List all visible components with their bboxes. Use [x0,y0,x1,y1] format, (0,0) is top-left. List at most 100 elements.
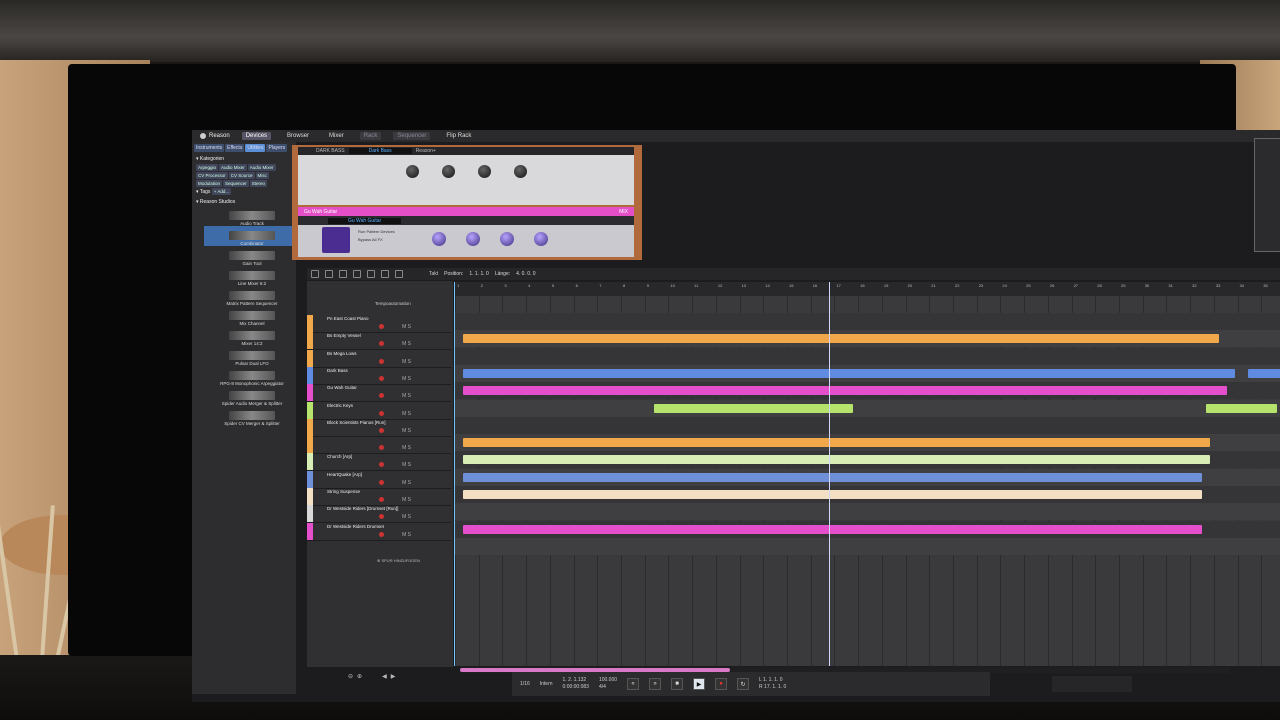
rotary-4[interactable] [534,232,548,246]
mute-solo-buttons[interactable]: M S [402,376,411,382]
midi-clip[interactable] [463,386,1227,396]
track-row[interactable]: Dr Westside Riders [Drumset [Run]] M S [307,505,451,524]
tempo-track-label[interactable]: Tempoautomation [313,301,411,306]
mute-solo-buttons[interactable]: M S [402,480,411,486]
midi-clip[interactable] [463,438,1211,448]
arrangement-lanes[interactable]: 1 2 3 4 5 6 7 8 9 10 11 12 13 14 15 16 17 18 19 20 21 22 23 24 2… [454,282,1280,666]
chip-stereo[interactable]: Stereo [249,180,268,187]
record-enable-icon[interactable] [379,445,384,451]
list-item[interactable]: Pulsar Dual LFO [204,346,300,366]
midi-clip[interactable] [463,334,1219,344]
track-name[interactable]: Electric Keys [327,403,353,408]
mute-solo-buttons[interactable]: M S [402,428,411,434]
mute-solo-buttons[interactable]: M S [402,445,411,451]
rewind-button[interactable]: « [627,678,640,690]
midi-clip[interactable] [463,490,1202,499]
mute-solo-buttons[interactable]: M S [402,497,411,503]
bypass-fx-option[interactable]: Bypass All FX [358,237,383,242]
track-row[interactable]: Dr Westside Riders Drumset M S [307,522,451,541]
tab-browser[interactable]: Browser [283,132,313,140]
track-lane[interactable] [455,399,1280,417]
track-name[interactable]: String Suspense [327,489,360,494]
razor-tool-icon[interactable] [353,270,361,278]
track-row[interactable]: Bs Empty Vessel M S [307,332,451,351]
track-name[interactable]: Bs Mega Lows [327,351,357,356]
rotary-2[interactable] [466,232,480,246]
midi-clip[interactable] [463,455,1211,465]
tab-mixer[interactable]: Mixer [325,132,348,140]
track-row[interactable]: String Suspense M S [307,488,451,506]
list-item[interactable]: Spider Audio Merger & Splitter [204,386,300,406]
select-tool-icon[interactable] [311,270,319,278]
chip-sequencer[interactable]: Sequencer [223,180,249,187]
fast-forward-button[interactable]: » [649,678,662,690]
hand-tool-icon[interactable] [395,270,403,278]
gu-wah-guitar-device[interactable]: Gu Wah Guitar MIX Gu Wah Guitar Run Patt… [298,207,634,257]
chip-audio-mixer-2[interactable]: Audio Mixer [247,164,276,171]
midi-clip[interactable] [463,368,1236,378]
chip-cv-processor[interactable]: CV Processor [196,172,228,179]
track-name[interactable]: Dr Westside Riders [Drumset [Run]] [327,506,398,511]
mute-solo-buttons[interactable]: M S [402,462,411,468]
mute-solo-buttons[interactable]: M S [402,324,411,330]
track-name[interactable]: Bs Empty Vessel [327,333,361,338]
play-button[interactable]: ▶ [693,678,706,690]
chip-cv-source[interactable]: CV Source [228,172,255,179]
add-tag-button[interactable]: + Add... [211,188,232,195]
list-item[interactable]: Combinator [204,226,300,246]
record-enable-icon[interactable] [379,341,384,347]
song-position[interactable]: 1. 2. 1.132 0:00:00:083 [563,677,589,691]
track-row[interactable]: M S [307,436,451,455]
patch-display[interactable]: Gu Wah Guitar [328,217,402,224]
list-item[interactable]: Audio Track [204,206,300,226]
track-row[interactable]: Church [Arp] M S [307,453,451,472]
mute-tool-icon[interactable] [367,270,375,278]
zoom-out-icon[interactable]: ⊖ [348,673,353,680]
rotary-3[interactable] [500,232,514,246]
quantize-box[interactable]: 1/16 [520,681,530,688]
chip-modulation[interactable]: Modulation [196,180,223,187]
track-name[interactable]: Gu Wah Guitar [327,385,357,390]
track-lane[interactable] [455,503,1280,521]
knob-4[interactable] [514,165,527,178]
click-box[interactable]: Intern [540,681,553,688]
track-lane[interactable] [455,347,1280,365]
knob-3[interactable] [478,165,491,178]
right-locator-line[interactable] [828,282,830,666]
stop-button[interactable]: ■ [671,678,684,690]
pencil-tool-icon[interactable] [325,270,333,278]
bar-ruler[interactable]: 1 2 3 4 5 6 7 8 9 10 11 12 13 14 15 16 17 18 19 20 21 22 23 24 2… [455,282,1280,296]
loop-locators[interactable]: L 1. 1. 1. 0 R 17. 1. 1. 0 [759,677,786,691]
track-row[interactable]: Electric Keys M S [307,401,451,420]
rack-overview[interactable] [1254,138,1280,252]
loop-button[interactable]: ↻ [737,678,750,690]
add-track-button[interactable]: ⊕ SPUR HINZUFÜGEN [377,558,420,563]
record-enable-icon[interactable] [379,531,384,537]
track-name[interactable]: HeartQuake [Arp] [327,472,362,477]
record-enable-icon[interactable] [379,393,384,399]
tab-rack[interactable]: Rack [359,132,382,140]
record-enable-icon[interactable] [379,410,384,416]
knob-2[interactable] [442,165,455,178]
track-row[interactable]: Dark Bass M S [307,366,451,385]
tab-flip-rack[interactable]: Flip Rack [442,132,475,140]
record-button[interactable]: ● [715,678,728,690]
mute-solo-buttons[interactable]: M S [402,532,411,538]
midi-clip[interactable] [654,403,854,413]
chip-audio-mixer[interactable]: Audio Mixer [219,164,247,171]
track-name[interactable]: Block Scientists Pianos [Run] [327,420,386,425]
chip-arpeggio[interactable]: Arpeggio [196,164,219,171]
record-enable-icon[interactable] [379,479,384,485]
track-name[interactable]: Church [Arp] [327,454,352,459]
track-name[interactable]: Dark Bass [327,368,348,373]
chip-misc[interactable]: Misc [255,172,269,179]
dark-bass-device[interactable]: DARK BASS Dark Bass Reason+ [298,147,634,205]
mute-solo-buttons[interactable]: M S [402,411,411,417]
track-row[interactable]: Bs Mega Lows M S [307,349,451,368]
tab-devices[interactable]: Devices [241,132,272,140]
list-item[interactable]: Mixer 14:2 [204,326,300,346]
track-lane[interactable] [455,313,1280,330]
mute-solo-buttons[interactable]: M S [402,514,411,520]
track-name[interactable]: Pn East Coast Piano [327,316,369,321]
patch-display[interactable]: Dark Bass [348,148,412,154]
